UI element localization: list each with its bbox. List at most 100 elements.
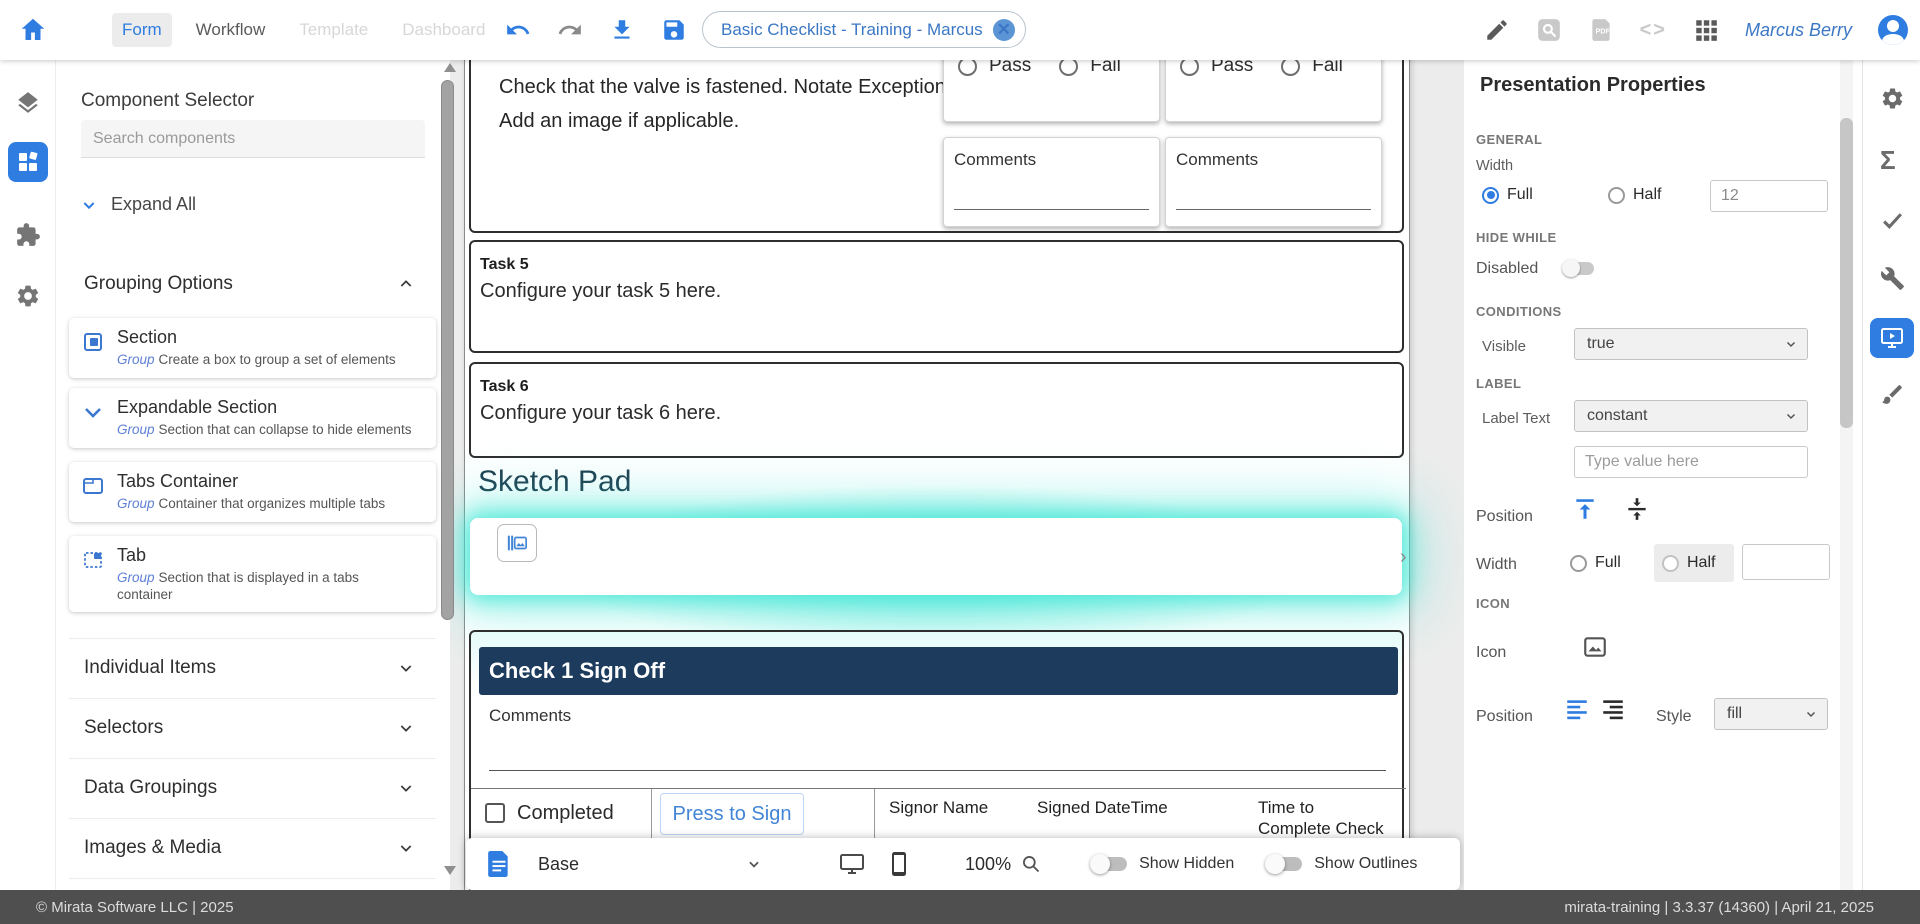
expand-all-button[interactable]: Expand All [81,194,196,215]
width-full-radio[interactable]: Full [1482,186,1533,204]
label-width-value-input[interactable] [1742,544,1830,580]
label-text-label: Label Text [1482,410,1550,427]
vertical-align-top-icon[interactable] [1572,496,1598,522]
settings-icon[interactable] [1880,86,1905,111]
completed-checkbox[interactable] [485,803,505,823]
fail-radio[interactable] [1059,60,1078,76]
chevron-down-icon[interactable] [747,857,761,871]
user-name[interactable]: Marcus Berry [1745,20,1852,41]
disabled-toggle[interactable] [1564,262,1594,275]
label-width-half-radio[interactable]: Half [1662,554,1715,572]
visible-select[interactable]: true [1574,328,1808,360]
chevron-down-icon [398,840,414,856]
category-images-media[interactable]: Images & Media [56,820,450,876]
home-icon[interactable] [18,15,48,45]
check-icon[interactable] [1880,208,1905,233]
image-icon[interactable] [1582,634,1608,660]
scroll-up-arrow[interactable] [444,63,456,72]
width-value-input[interactable] [1710,180,1828,212]
desktop-preview-icon[interactable] [839,853,865,875]
nav-template: Template [289,13,378,47]
search-input[interactable] [81,120,425,158]
half-label: Half [1687,554,1715,572]
comments-field-1[interactable]: Comments [943,137,1160,227]
sigma-icon[interactable]: Σ [1880,148,1896,173]
properties-scrollbar[interactable] [1840,118,1853,428]
label-text-select[interactable]: constant [1574,400,1808,432]
task6-body: Configure your task 6 here. [480,402,721,425]
fail-radio[interactable] [1281,60,1300,76]
component-name: Tabs Container [117,471,426,492]
gear-icon[interactable] [15,283,41,309]
icon-label: Icon [1476,644,1506,662]
full-label: Full [1595,554,1621,572]
show-outlines-toggle[interactable] [1268,857,1302,871]
redo-icon[interactable] [557,17,583,43]
style-select[interactable]: fill [1714,698,1828,730]
category-data-groupings[interactable]: Data Groupings [56,760,450,816]
zoom-in-icon[interactable] [1021,854,1041,874]
label-width-full-radio[interactable]: Full [1570,554,1621,572]
show-hidden-toggle[interactable] [1093,857,1127,871]
visible-value: true [1587,335,1615,353]
task6-section[interactable]: Task 6 Configure your task 6 here. [469,362,1404,458]
chevron-up-icon [398,276,414,292]
signoff-comments-input[interactable] [489,770,1386,771]
download-icon[interactable] [609,17,635,43]
align-left-icon[interactable] [1564,696,1590,722]
tab-icon [81,548,105,572]
passfail-group-2: Pass Fail [1165,60,1382,122]
right-rail: Σ [1862,60,1920,890]
sketch-pad-widget-selected[interactable]: › [470,518,1402,595]
nav-workflow[interactable]: Workflow [186,13,276,47]
layers-icon[interactable] [15,90,41,116]
panel-title: Component Selector [81,90,254,112]
grouping-options-header[interactable]: Grouping Options [56,256,450,312]
apps-grid-icon[interactable] [1693,17,1719,43]
components-icon[interactable] [8,142,48,182]
brush-icon[interactable] [1880,382,1905,407]
category-selectors[interactable]: Selectors [56,700,450,756]
icon-header: ICON [1476,596,1510,611]
plugins-icon[interactable] [15,222,41,248]
chevron-down-icon [1785,338,1797,350]
label-value-input[interactable] [1574,446,1808,478]
component-item-tab[interactable]: Tab GroupSection that is displayed in a … [69,536,436,612]
category-label: Selectors [84,717,163,739]
selection-expand-chevron[interactable]: › [1400,546,1407,569]
category-individual-items[interactable]: Individual Items [56,640,450,696]
wrench-icon[interactable] [1880,266,1905,291]
sketch-image-icon[interactable] [497,524,537,562]
chevron-down-icon [398,660,414,676]
task5-section[interactable]: Task 5 Configure your task 5 here. [469,240,1404,353]
status-footer: © Mirata Software LLC | 2025 mirata-trai… [0,890,1920,924]
align-right-icon[interactable] [1600,696,1626,722]
presentation-properties-panel: Presentation Properties GENERAL Width Fu… [1464,60,1862,890]
scroll-down-arrow[interactable] [444,866,456,875]
presentation-icon[interactable] [1870,318,1914,358]
edit-pencil-icon[interactable] [1484,17,1510,43]
code-icon: <> [1640,19,1667,42]
component-tag: Group [117,422,155,437]
press-to-sign-button[interactable]: Press to Sign [660,793,804,835]
nav-form[interactable]: Form [112,13,172,47]
pass-radio[interactable] [1180,60,1199,76]
open-document-pill[interactable]: Basic Checklist - Training - Marcus ✕ [702,11,1026,48]
save-icon[interactable] [661,17,687,43]
width-half-radio[interactable]: Half [1608,186,1661,204]
undo-icon[interactable] [505,17,531,43]
pass-radio[interactable] [958,60,977,76]
avatar[interactable] [1878,15,1908,45]
layout-select-value[interactable]: Base [538,854,579,875]
component-item-section[interactable]: Section GroupCreate a box to group a set… [69,318,436,378]
component-item-expandable-section[interactable]: Expandable Section GroupSection that can… [69,388,436,448]
signoff-header-bar: Check 1 Sign Off [479,647,1398,695]
mobile-preview-icon[interactable] [891,851,907,877]
component-item-tabs-container[interactable]: Tabs Container GroupContainer that organ… [69,462,436,522]
vertical-align-center-icon[interactable] [1624,496,1650,522]
chevron-down-icon [398,720,414,736]
sidebar-scrollbar[interactable] [441,80,454,620]
close-icon[interactable]: ✕ [993,19,1015,41]
component-tag: Group [117,570,155,585]
comments-field-2[interactable]: Comments [1165,137,1382,227]
